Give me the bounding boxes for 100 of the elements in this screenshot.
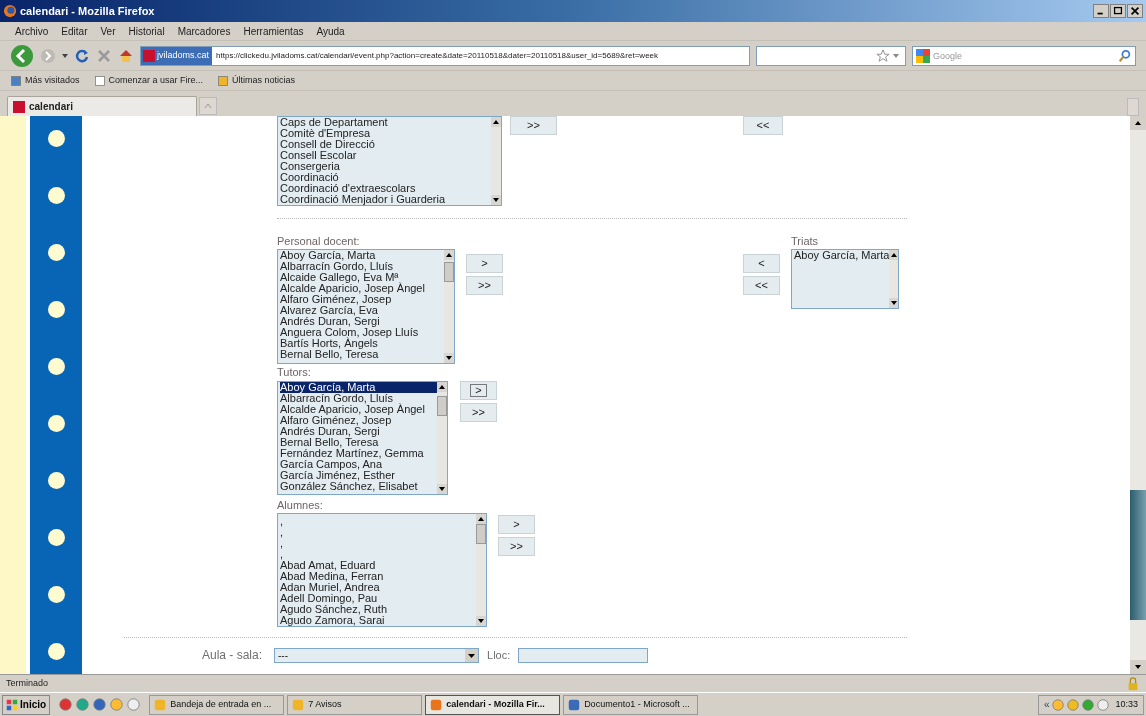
start-button[interactable]: Inicio [2,694,51,715]
menu-item[interactable]: Herramientas [243,23,304,39]
menu-item[interactable]: Marcadores [177,23,231,39]
list-option[interactable]: Alcalde Aparicio, Josep Àngel [280,404,437,415]
list-option[interactable]: Adell Domingo, Pau [280,593,476,604]
scrollbar-thumb[interactable] [476,524,486,544]
list-option[interactable]: Andrés Duran, Sergi [280,316,444,327]
list-option[interactable]: Alcaide Gallego, Eva Mª [280,272,444,283]
field-label: Aula - sala: [202,648,263,663]
taskbar-button[interactable]: 7 Avisos [287,694,423,715]
scrollbar[interactable] [889,250,898,308]
site-identity-badge[interactable]: jviladoms.cat [141,46,213,65]
list-box[interactable] [277,381,448,495]
list-option[interactable]: Bernal Bello, Teresa [280,437,437,448]
list-option[interactable]: García Campos, Ana [280,459,437,470]
list-option[interactable]: Alcalde Aparicio, Josep Àngel [280,283,444,294]
menu-item[interactable]: Editar [61,23,88,39]
list-option[interactable]: Bernal Bello, Teresa [280,349,444,360]
list-option[interactable]: Consergeria [280,161,491,172]
list-option[interactable]: Coordinació Menjador i Guarderia [280,194,491,205]
scrollbar[interactable] [476,514,486,626]
list-box[interactable] [277,249,455,364]
list-option[interactable]: Aboy García, Marta [794,250,890,261]
move-button[interactable]: >> [460,403,497,422]
menu-item[interactable]: Archivo [15,23,49,39]
move-button[interactable]: > [498,515,535,534]
list-box[interactable]: Caps de Departament Comitè d'Empresa Consell de Direcció Consell Escolar Consergeria Coordinació Coordinació d'extraescolars Coordinació Menjador i Guarderia [277,116,502,206]
scrollbar[interactable] [491,117,501,205]
taskbar-button[interactable]: Bandeja de entrada en ... [149,694,285,715]
tray-icon [1097,698,1110,711]
room-select[interactable]: --- [274,648,480,663]
list-option[interactable]: Agudo Zamora, Sarai [280,615,476,626]
bookmark-item[interactable]: Comenzar a usar Fire... [93,73,204,88]
binding-hole [47,358,65,375]
list-option[interactable]: Alfaro Giménez, Josep [280,294,444,305]
move-button[interactable]: > [466,254,503,273]
list-option[interactable]: Comitè d'Empresa [280,128,491,139]
field-label: Tutors: [277,366,312,378]
tray-icon [1082,698,1095,711]
bookmark-item[interactable]: Últimas noticias [217,73,296,88]
list-option[interactable]: Abad Amat, Eduard [280,560,476,571]
binding-hole [47,301,65,318]
list-option[interactable]: Aboy García, Marta [280,250,444,261]
list-option[interactable]: Consell Escolar [280,150,491,161]
page-scrollbar[interactable] [1130,116,1146,674]
list-option[interactable]: Consell de Direcció [280,139,491,150]
list-option[interactable]: , [280,538,476,549]
move-button[interactable]: > [460,381,497,400]
list-option[interactable]: , [280,549,476,560]
scrollbar[interactable] [444,250,454,363]
menu-item[interactable]: Ver [100,23,116,39]
tray-expand-button[interactable]: « [1043,697,1050,712]
field-label: Lloc: [487,648,511,663]
browser-tab[interactable]: calendari [7,96,197,116]
list-option[interactable]: García Jiménez, Esther [280,470,437,481]
list-option[interactable]: González Sánchez, Elisabet [280,481,437,492]
stop-icon [96,47,112,64]
taskbar-button[interactable]: calendari - Mozilla Fir... [425,694,561,715]
app-icon [430,698,443,711]
list-option[interactable]: Albarracín Gordo, Lluís [280,261,444,272]
scrollbar[interactable] [437,382,447,494]
list-option[interactable]: Adan Muriel, Andrea [280,582,476,593]
list-option[interactable]: Bartís Horts, Àngels [280,338,444,349]
menu-item[interactable]: Historial [128,23,165,39]
search-bar[interactable]: Google [912,45,1136,66]
scrollbar-thumb[interactable] [1130,490,1146,620]
move-button[interactable]: << [743,116,783,135]
list-option[interactable]: Alfaro Giménez, Josep [280,415,437,426]
app-icon [154,698,167,711]
list-option[interactable]: Fernández Martínez, Gemma [280,448,437,459]
list-option[interactable]: , [280,527,476,538]
move-button[interactable]: >> [510,116,557,135]
list-option[interactable]: Caps de Departament [280,117,491,128]
move-button[interactable]: >> [498,537,535,556]
list-option[interactable]: Abad Medina, Ferran [280,571,476,582]
move-button[interactable]: < [743,254,780,273]
bookmark-star-area[interactable] [756,45,906,66]
move-button[interactable]: << [743,276,780,295]
list-option[interactable]: Coordinació [280,172,491,183]
list-option[interactable]: Coordinació d'extraescolars [280,183,491,194]
bookmark-item[interactable]: Más visitados [10,73,80,88]
search-field[interactable]: Google [933,47,1118,64]
list-option[interactable]: , [280,516,476,527]
list-option[interactable]: Andrés Duran, Sergi [280,426,437,437]
list-option[interactable]: Albarracín Gordo, Lluís [280,393,437,404]
scroll-up-icon [491,117,501,127]
list-box[interactable]: , , , , Abad Amat, Eduard Abad Medina, Ferran Adan Muriel, Andrea Adell Domingo, Pau Agudo Sánchez, Ruth Agudo Zamora, Sarai [277,513,487,627]
field-label: Personal docent: [277,235,361,247]
list-option[interactable]: Alvarez García, Eva [280,305,444,316]
move-button[interactable]: >> [466,276,503,295]
taskbar-button[interactable]: Documento1 - Microsoft ... [563,694,699,715]
address-field[interactable]: jviladoms.cat https://clickedu.jviladoms.cat/calendari/event.php?action=create&date=20110518&dater=20110518&user_id=5689&ret=week [140,45,750,66]
place-input[interactable] [518,648,649,663]
menu-item[interactable]: Ayuda [316,23,345,39]
scrollbar-thumb[interactable] [444,262,454,282]
list-option[interactable]: Agudo Sánchez, Ruth [280,604,476,615]
list-option[interactable]: Anguera Colom, Josep Lluís [280,327,444,338]
list-box[interactable]: Aboy García, Marta [791,249,899,309]
scrollbar-thumb[interactable] [437,396,447,416]
list-option[interactable]: Aboy García, Marta [280,382,437,393]
